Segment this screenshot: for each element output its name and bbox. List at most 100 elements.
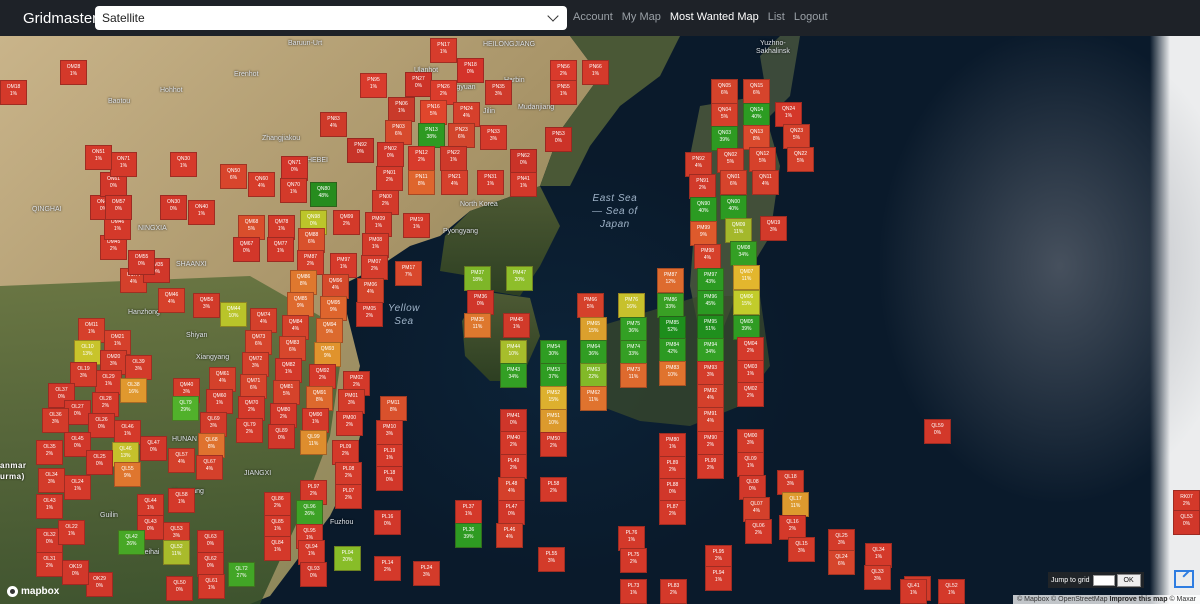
grid-cell[interactable]: PN83 4% [320, 112, 347, 137]
grid-cell[interactable]: QL79 29% [172, 396, 199, 421]
grid-cell[interactable]: PM10 3% [376, 420, 403, 445]
grid-cell[interactable]: QL53 0% [1173, 510, 1200, 535]
grid-cell[interactable]: PM64 36% [580, 340, 607, 365]
grid-cell[interactable]: QN04 5% [711, 103, 738, 128]
grid-cell[interactable]: OM57 0% [105, 195, 132, 220]
grid-cell[interactable]: QM81 5% [273, 380, 300, 405]
grid-cell[interactable]: PM06 4% [357, 278, 384, 303]
grid-cell[interactable]: QM09 11% [725, 218, 752, 243]
grid-cell[interactable]: PL49 2% [500, 454, 527, 479]
grid-cell[interactable]: PM40 2% [500, 431, 527, 456]
grid-cell[interactable]: QM60 1% [206, 389, 233, 414]
grid-cell[interactable]: QN80 48% [310, 182, 337, 207]
grid-cell[interactable]: PN53 0% [545, 127, 572, 152]
grid-cell[interactable]: QM00 3% [737, 429, 764, 454]
grid-cell[interactable]: PM63 22% [580, 363, 607, 388]
grid-cell[interactable]: PN95 1% [360, 73, 387, 98]
improve-map-link[interactable]: Improve this map [1110, 596, 1168, 603]
nav-link-most-wanted-map[interactable]: Most Wanted Map [670, 11, 759, 23]
grid-cell[interactable]: PN27 0% [405, 72, 432, 97]
grid-cell[interactable]: PM92 4% [697, 384, 724, 409]
grid-cell[interactable]: OL22 1% [58, 520, 85, 545]
grid-cell[interactable]: QM94 9% [316, 318, 343, 343]
grid-cell[interactable]: QL09 1% [737, 452, 764, 477]
grid-cell[interactable]: PN91 2% [689, 174, 716, 199]
grid-cell[interactable]: PM98 4% [694, 244, 721, 269]
grid-cell[interactable]: PM35 11% [464, 313, 491, 338]
grid-cell[interactable]: PM80 1% [659, 433, 686, 458]
grid-cell[interactable]: QL33 3% [864, 565, 891, 590]
grid-cell[interactable]: QL58 1% [168, 488, 195, 513]
grid-cell[interactable]: PL87 2% [659, 500, 686, 525]
grid-cell[interactable]: PN41 1% [510, 172, 537, 197]
grid-cell[interactable]: QL93 0% [300, 562, 327, 587]
grid-cell[interactable]: PL99 2% [697, 454, 724, 479]
grid-cell[interactable]: PM45 1% [503, 313, 530, 338]
grid-cell[interactable]: PN62 0% [510, 149, 537, 174]
grid-cell[interactable]: OM55 0% [128, 250, 155, 275]
attribution-maxar[interactable]: © Maxar [1169, 596, 1196, 603]
grid-cell[interactable]: QL55 9% [114, 462, 141, 487]
grid-cell[interactable]: QL41 1% [900, 579, 927, 604]
grid-cell[interactable]: PN33 3% [480, 125, 507, 150]
grid-cell[interactable]: OL35 2% [36, 440, 63, 465]
mapbox-logo[interactable]: mapbox [7, 586, 59, 597]
grid-cell[interactable]: PM86 33% [657, 293, 684, 318]
grid-cell[interactable]: PM99 9% [690, 221, 717, 246]
grid-cell[interactable]: QL42 26% [118, 530, 145, 555]
grid-cell[interactable]: PN21 4% [441, 170, 468, 195]
grid-cell[interactable]: PM19 1% [403, 213, 430, 238]
grid-cell[interactable]: QL89 0% [268, 424, 295, 449]
grid-cell[interactable]: QL86 2% [264, 492, 291, 517]
grid-cell[interactable]: PM96 45% [697, 290, 724, 315]
grid-cell[interactable]: PM00 2% [336, 411, 363, 436]
grid-cell[interactable]: QL59 0% [924, 419, 951, 444]
grid-cell[interactable]: PM62 11% [580, 386, 607, 411]
grid-cell[interactable]: OM28 1% [60, 60, 87, 85]
grid-cell[interactable]: QL96 26% [296, 500, 323, 525]
grid-cell[interactable]: PM50 2% [540, 432, 567, 457]
nav-link-account[interactable]: Account [573, 11, 613, 23]
grid-cell[interactable]: PM07 2% [361, 255, 388, 280]
grid-cell[interactable]: PL07 2% [335, 484, 362, 509]
grid-cell[interactable]: QN23 5% [783, 124, 810, 149]
grid-cell[interactable]: PL55 3% [538, 547, 565, 572]
grid-cell[interactable]: QM02 2% [737, 382, 764, 407]
grid-cell[interactable]: PN12 2% [408, 146, 435, 171]
grid-cell[interactable]: PM05 2% [356, 302, 383, 327]
grid-cell[interactable]: PN23 6% [448, 123, 475, 148]
grid-cell[interactable]: QN11 4% [752, 170, 779, 195]
grid-cell[interactable]: OK19 0% [62, 560, 89, 585]
grid-cell[interactable]: PN01 2% [376, 166, 403, 191]
grid-cell[interactable]: QN01 6% [720, 170, 747, 195]
grid-cell[interactable]: QM44 10% [220, 302, 247, 327]
nav-link-my-map[interactable]: My Map [622, 11, 661, 23]
grid-cell[interactable]: PL75 2% [620, 548, 647, 573]
grid-cell[interactable]: PM11 8% [380, 396, 407, 421]
grid-cell[interactable]: PM65 15% [580, 317, 607, 342]
grid-cell[interactable]: PL18 0% [376, 466, 403, 491]
grid-cell[interactable]: QL17 11% [782, 492, 809, 517]
grid-cell[interactable]: PM91 4% [697, 407, 724, 432]
grid-cell[interactable]: QL52 11% [163, 540, 190, 565]
grid-cell[interactable]: QL15 3% [788, 537, 815, 562]
grid-cell[interactable]: OL26 0% [88, 413, 115, 438]
grid-cell[interactable]: QM19 3% [760, 216, 787, 241]
grid-cell[interactable]: PL46 4% [496, 523, 523, 548]
grid-cell[interactable]: QN22 5% [787, 147, 814, 172]
grid-cell[interactable]: PN11 8% [408, 170, 435, 195]
grid-cell[interactable]: QL50 0% [166, 576, 193, 601]
grid-cell[interactable]: PM17 7% [395, 261, 422, 286]
grid-cell[interactable]: ON30 0% [160, 195, 187, 220]
grid-cell[interactable]: PN22 1% [440, 146, 467, 171]
grid-cell[interactable]: PL83 2% [660, 579, 687, 604]
grid-cell[interactable]: QM07 11% [733, 265, 760, 290]
grid-cell[interactable]: PN35 3% [485, 80, 512, 105]
grid-cell[interactable]: PL24 3% [413, 561, 440, 586]
grid-cell[interactable]: OM18 1% [0, 80, 27, 105]
grid-cell[interactable]: QL24 6% [828, 550, 855, 575]
grid-cell[interactable]: QN05 6% [711, 79, 738, 104]
grid-cell[interactable]: QM46 4% [158, 288, 185, 313]
grid-cell[interactable]: PN31 1% [477, 170, 504, 195]
attribution-mapbox-osm[interactable]: © Mapbox © OpenStreetMap [1017, 596, 1107, 603]
